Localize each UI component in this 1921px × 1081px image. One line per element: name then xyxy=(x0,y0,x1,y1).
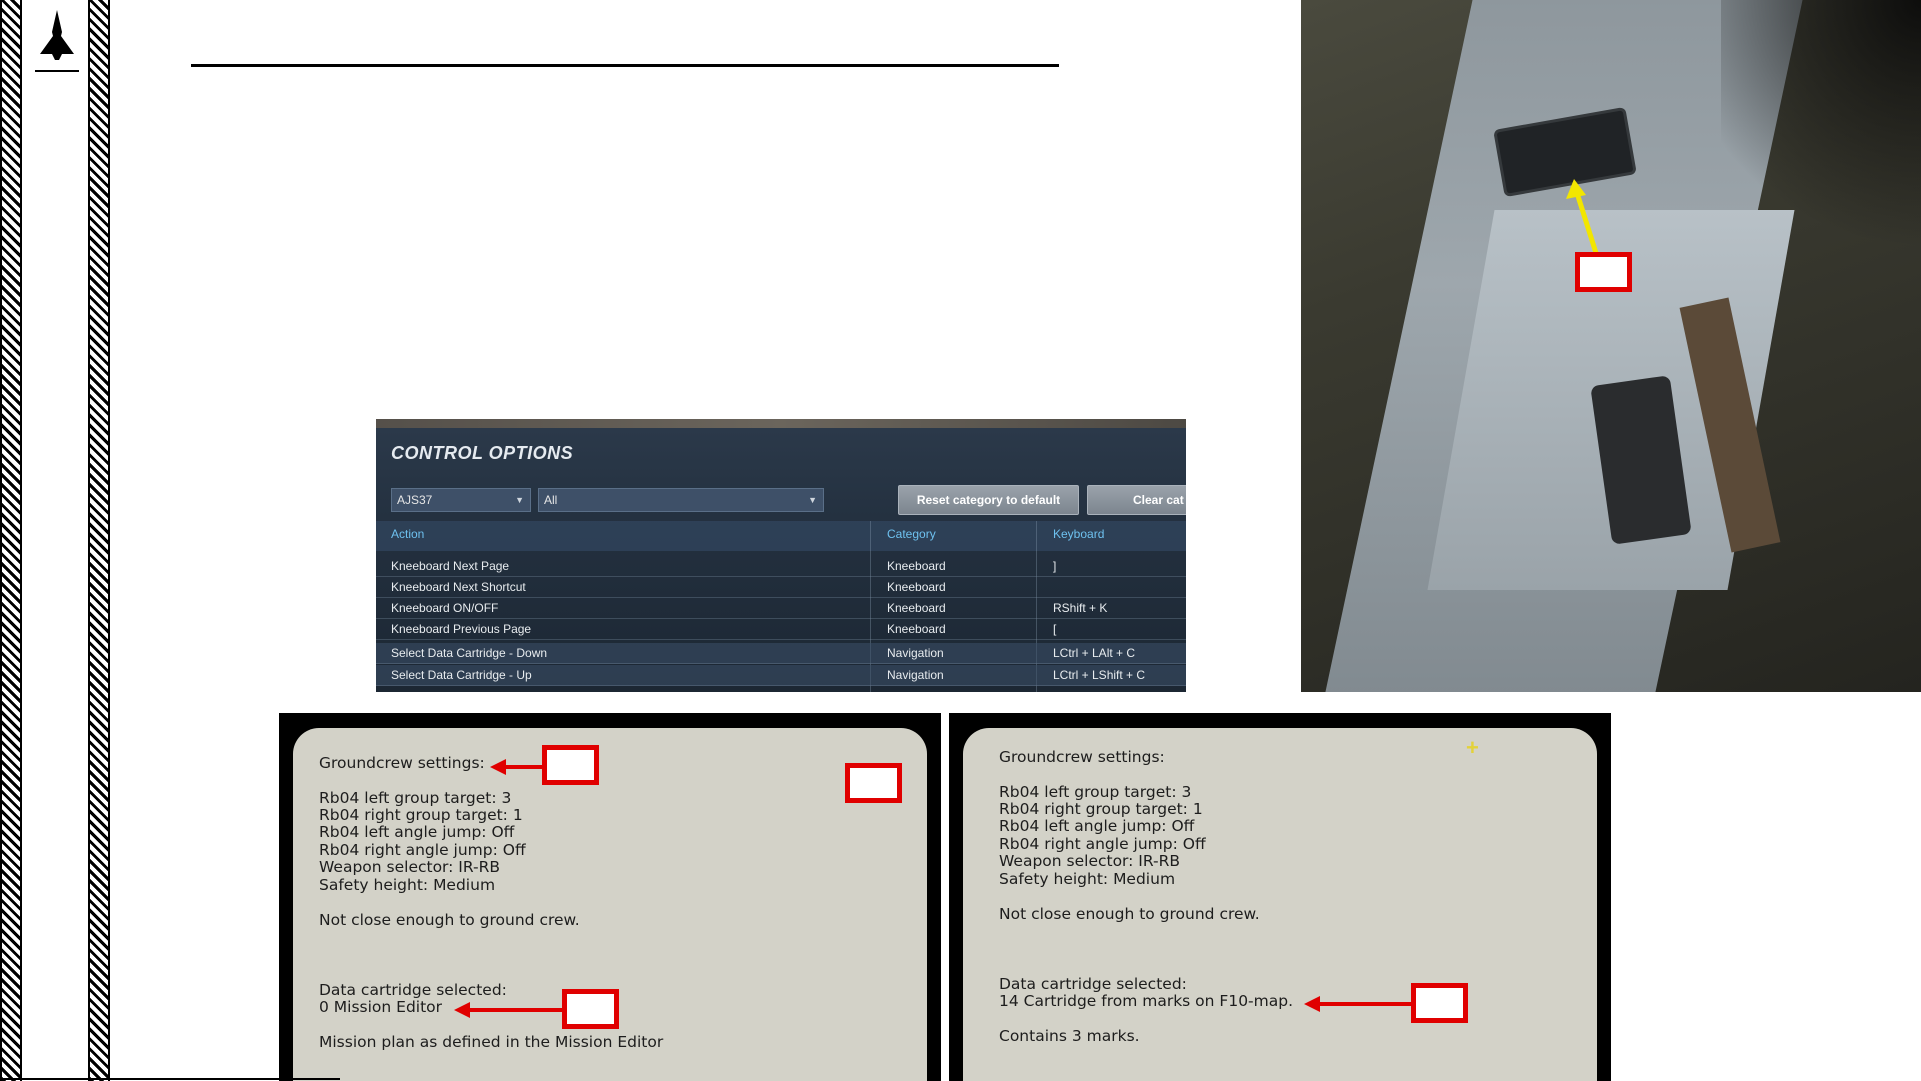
row-category: Navigation xyxy=(887,668,944,682)
category-select-value: All xyxy=(544,493,558,507)
kneeboard-status: Not close enough to ground crew. xyxy=(999,905,1260,923)
kneeboard-setting: Weapon selector: IR-RB xyxy=(999,852,1181,870)
title-underline xyxy=(191,64,1059,67)
row-category: Kneeboard xyxy=(887,601,946,615)
cockpit-photo xyxy=(1301,0,1921,692)
category-select[interactable]: All ▼ xyxy=(538,488,824,512)
kneeboard-setting: Safety height: Medium xyxy=(999,870,1176,888)
column-header-action[interactable]: Action xyxy=(391,527,424,541)
callout-box xyxy=(1575,252,1632,292)
callout-box xyxy=(845,763,902,803)
kneeboard-heading: Groundcrew settings: xyxy=(319,754,485,772)
cartridge-value: 14 Cartridge from marks on F10-map. xyxy=(999,992,1294,1010)
kneeboard-setting: Safety height: Medium xyxy=(319,876,496,894)
row-category: Kneeboard xyxy=(887,622,946,636)
kneeboard-note: Mission plan as defined in the Mission E… xyxy=(319,1033,664,1051)
arrow-icon xyxy=(454,1002,562,1018)
clear-category-button[interactable]: Clear cat xyxy=(1087,485,1186,515)
row-action: Kneeboard Previous Page xyxy=(391,622,532,636)
footer-rule xyxy=(0,1078,340,1080)
row-action: Select Data Cartridge - Down xyxy=(391,646,548,660)
aircraft-select[interactable]: AJS37 ▼ xyxy=(391,488,531,512)
kneeboard-setting: Rb04 right angle jump: Off xyxy=(999,835,1206,853)
panel-top-bar xyxy=(376,419,1186,428)
row-keyboard[interactable]: RShift + K xyxy=(1053,601,1107,615)
kneeboard-status: Not close enough to ground crew. xyxy=(319,911,580,929)
row-keyboard[interactable]: LCtrl + LAlt + C xyxy=(1053,646,1135,660)
dropdown-caret-icon: ▼ xyxy=(808,495,817,505)
row-category: Kneeboard xyxy=(887,559,946,573)
table-row[interactable]: Kneeboard Next Page Kneeboard ] xyxy=(376,556,1186,577)
row-category: Navigation xyxy=(887,646,944,660)
callout-box xyxy=(1411,983,1468,1023)
left-rail-decoration xyxy=(0,0,22,1081)
row-category: Kneeboard xyxy=(887,580,946,594)
right-rail-decoration xyxy=(88,0,110,1081)
row-action: Kneeboard Next Shortcut xyxy=(391,580,526,594)
callout-box xyxy=(542,745,599,785)
table-row[interactable]: Kneeboard Previous Page Kneeboard [ xyxy=(376,619,1186,640)
reset-category-button[interactable]: Reset category to default xyxy=(898,485,1079,515)
cartridge-value: 0 Mission Editor xyxy=(319,998,443,1016)
row-action: Select Data Cartridge - Up xyxy=(391,668,532,682)
row-keyboard[interactable]: [ xyxy=(1053,622,1056,636)
shadow-corner xyxy=(1721,0,1921,260)
row-action: Kneeboard ON/OFF xyxy=(391,601,499,615)
kneeboard-setting: Weapon selector: IR-RB xyxy=(319,858,501,876)
table-row[interactable]: Select Data Cartridge - Up Navigation LC… xyxy=(376,665,1186,686)
kneeboard-note: Contains 3 marks. xyxy=(999,1027,1140,1045)
column-header-category[interactable]: Category xyxy=(887,527,936,541)
jet-logo-icon xyxy=(35,10,79,72)
arrow-icon xyxy=(1304,996,1414,1012)
kneeboard-setting: Rb04 right group target: 1 xyxy=(319,806,523,824)
kneeboard-setting: Rb04 left group target: 3 xyxy=(999,783,1192,801)
cartridge-label: Data cartridge selected: xyxy=(319,981,507,999)
kneeboard-setting: Rb04 left angle jump: Off xyxy=(999,817,1195,835)
kneeboard-setting: Rb04 left group target: 3 xyxy=(319,789,512,807)
kneeboard-setting: Rb04 right group target: 1 xyxy=(999,800,1203,818)
panel-title: CONTROL OPTIONS xyxy=(391,443,574,463)
row-keyboard[interactable]: ] xyxy=(1053,559,1056,573)
crosshair-plus-icon: + xyxy=(1466,735,1479,760)
table-row[interactable]: Kneeboard Next Shortcut Kneeboard xyxy=(376,577,1186,598)
kneeboard-setting: Rb04 left angle jump: Off xyxy=(319,823,515,841)
table-row[interactable]: Select Data Cartridge - Down Navigation … xyxy=(376,643,1186,664)
cartridge-label: Data cartridge selected: xyxy=(999,975,1187,993)
kneeboard-setting: Rb04 right angle jump: Off xyxy=(319,841,526,859)
aircraft-select-value: AJS37 xyxy=(397,493,433,507)
dropdown-caret-icon: ▼ xyxy=(515,495,524,505)
control-options-panel: CONTROL OPTIONS AJS37 ▼ All ▼ Reset cate… xyxy=(376,419,1186,692)
table-row[interactable]: Kneeboard ON/OFF Kneeboard RShift + K xyxy=(376,598,1186,619)
row-keyboard[interactable]: LCtrl + LShift + C xyxy=(1053,668,1145,682)
kneeboard-right: Groundcrew settings: Rb04 left group tar… xyxy=(949,713,1611,1081)
kneeboard-heading: Groundcrew settings: xyxy=(999,748,1165,766)
arrow-icon xyxy=(490,759,546,775)
callout-box xyxy=(562,989,619,1029)
column-header-keyboard[interactable]: Keyboard xyxy=(1053,527,1104,541)
row-action: Kneeboard Next Page xyxy=(391,559,510,573)
